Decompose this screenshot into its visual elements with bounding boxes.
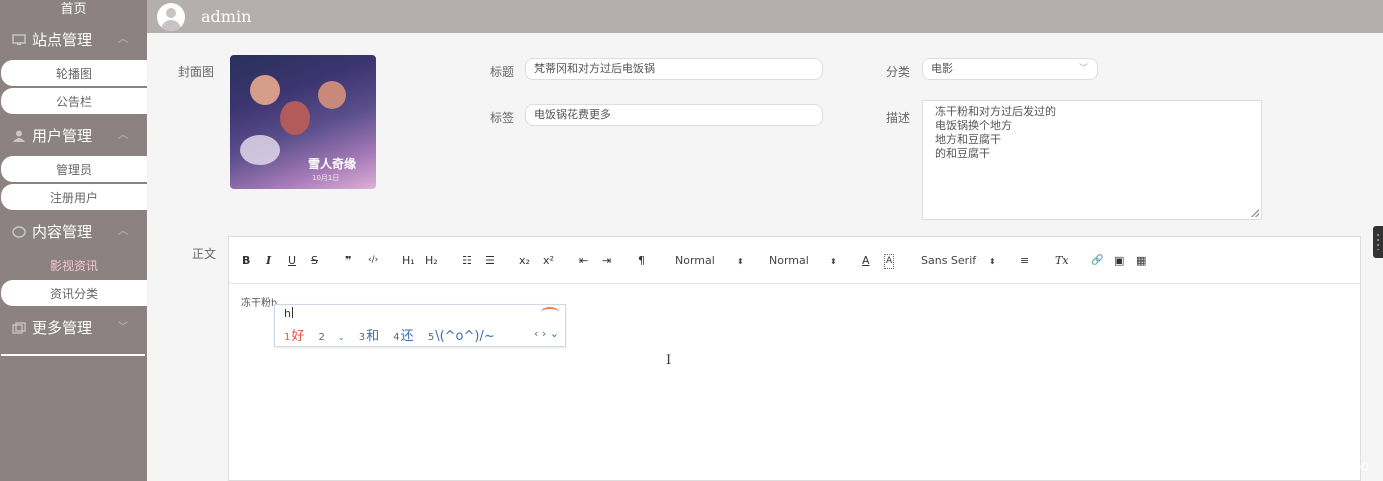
- updown-arrow-icon: ⬍: [989, 257, 996, 266]
- sidebar-home[interactable]: 首页: [0, 0, 147, 22]
- description-line: 的和豆腐干: [935, 147, 990, 160]
- description-textarea[interactable]: 冻干粉和对方过后发过的 电饭锅换个地方 地方和豆腐干 的和豆腐干: [922, 100, 1262, 220]
- superscript-button[interactable]: x²: [543, 254, 554, 267]
- font-picker[interactable]: Sans Serif: [921, 254, 976, 267]
- monitor-icon: [12, 34, 26, 45]
- clean-format-button[interactable]: Tx: [1055, 254, 1069, 267]
- chat-icon: [12, 226, 26, 238]
- chevron-up-icon: ︿: [118, 130, 128, 141]
- cover-label: 封面图: [178, 65, 215, 79]
- chevron-up-icon: ︿: [118, 226, 128, 237]
- watermark: CSDN @DZBS2000: [1255, 460, 1369, 474]
- header-bar: admin: [147, 0, 1383, 33]
- sidebar-group-label: 内容管理: [32, 223, 93, 241]
- size-picker[interactable]: Normal: [675, 254, 715, 267]
- side-handle[interactable]: [1373, 226, 1383, 258]
- italic-button[interactable]: I: [266, 254, 271, 267]
- link-button[interactable]: 🔗: [1091, 254, 1103, 267]
- main-content: 封面图 雪人奇缘 10月1日 标题 梵蒂冈和对方过后电饭锅 标签 电饭锅花费更多…: [147, 33, 1383, 481]
- text-color-button[interactable]: A: [862, 254, 870, 267]
- updown-arrow-icon: ⬍: [737, 257, 744, 266]
- cover-date: 10月1日: [312, 174, 340, 182]
- description-line: 电饭锅换个地方: [935, 119, 1012, 132]
- avatar[interactable]: [157, 2, 185, 31]
- sidebar-group-content[interactable]: 内容管理 ︿: [0, 214, 147, 250]
- updown-arrow-icon: ⬍: [830, 257, 837, 266]
- ime-page-nav[interactable]: ‹ › ⌄: [534, 327, 559, 340]
- text-cursor-icon: I: [666, 353, 672, 368]
- sidebar-item-carousel[interactable]: 轮播图: [1, 60, 147, 86]
- sidebar-divider: [1, 354, 145, 356]
- cover-figure: [240, 135, 280, 165]
- background-color-button[interactable]: A: [884, 254, 895, 269]
- resize-handle-icon[interactable]: [1251, 209, 1259, 217]
- rich-text-editor: B I U S ❞ ‹/› H₁ H₂ ☷ ☰ x₂ x² ⇤ ⇥ ¶ Norm…: [228, 236, 1361, 481]
- text-direction-button[interactable]: ¶: [638, 254, 645, 267]
- description-line: 冻干粉和对方过后发过的: [935, 105, 1056, 118]
- subscript-button[interactable]: x₂: [519, 254, 530, 267]
- title-input[interactable]: 梵蒂冈和对方过后电饭锅: [525, 58, 823, 80]
- underline-button[interactable]: U: [288, 254, 296, 267]
- cover-image[interactable]: 雪人奇缘 10月1日: [230, 55, 376, 189]
- sidebar-group-label: 更多管理: [32, 319, 93, 337]
- header2-button[interactable]: H₂: [425, 254, 438, 267]
- tags-label: 标签: [490, 111, 515, 125]
- sidebar-item-film-news[interactable]: 影视资讯: [1, 252, 147, 278]
- sidebar-item-news-category[interactable]: 资讯分类: [1, 280, 147, 306]
- sidebar-item-registered-users[interactable]: 注册用户: [1, 184, 147, 210]
- ime-candidate-window: h 1好 2 ⌄ 3和 4还 5\(^o^)/~ ‹ › ⌄: [274, 304, 566, 347]
- ordered-list-button[interactable]: ☷: [462, 254, 472, 267]
- category-value: 电影: [931, 62, 953, 75]
- video-button[interactable]: ▦: [1136, 254, 1146, 267]
- username[interactable]: admin: [201, 7, 251, 26]
- description-line: 地方和豆腐干: [935, 133, 1001, 146]
- body-label: 正文: [192, 247, 217, 261]
- blockquote-button[interactable]: ❞: [345, 254, 351, 267]
- copy-icon: [12, 322, 26, 334]
- sidebar-item-admins[interactable]: 管理员: [1, 156, 147, 182]
- image-button[interactable]: ▣: [1114, 254, 1124, 267]
- sidebar-group-site[interactable]: 站点管理 ︿: [0, 22, 147, 58]
- chevron-down-icon: ﹀: [118, 322, 128, 333]
- ime-candidate[interactable]: 3和: [359, 329, 379, 344]
- sidebar-group-user[interactable]: 用户管理 ︿: [0, 118, 147, 154]
- editor-toolbar: B I U S ❞ ‹/› H₁ H₂ ☷ ☰ x₂ x² ⇤ ⇥ ¶ Norm…: [229, 237, 1360, 284]
- description-label: 描述: [886, 111, 911, 125]
- editor-content[interactable]: 冻干粉h: [241, 294, 277, 309]
- header1-button[interactable]: H₁: [402, 254, 415, 267]
- ime-candidates: 1好 2 ⌄ 3和 4还 5\(^o^)/~: [284, 325, 505, 344]
- chevron-up-icon: ︿: [118, 34, 128, 45]
- ime-candidate[interactable]: 2 ⌄: [319, 329, 345, 344]
- sidebar: 首页 站点管理 ︿ 轮播图 公告栏 用户管理 ︿ 管理员 注册用户 内容管理 ︿…: [0, 0, 147, 481]
- ime-candidate[interactable]: 4还: [393, 329, 413, 344]
- sidebar-item-notice[interactable]: 公告栏: [1, 88, 147, 114]
- chevron-down-icon: ﹀: [1078, 64, 1088, 74]
- outdent-button[interactable]: ⇤: [579, 254, 588, 267]
- bold-button[interactable]: B: [242, 254, 250, 267]
- align-button[interactable]: ≡: [1020, 254, 1029, 267]
- indent-button[interactable]: ⇥: [602, 254, 611, 267]
- header-picker[interactable]: Normal: [769, 254, 809, 267]
- ime-pinyin: h: [284, 307, 291, 320]
- cover-title: 雪人奇缘: [308, 157, 357, 171]
- ime-candidate[interactable]: 5\(^o^)/~: [428, 329, 495, 344]
- category-label: 分类: [886, 65, 911, 79]
- ime-logo-icon: [541, 307, 559, 317]
- caret-down-icon: ⌄: [337, 333, 345, 342]
- cover-figure: [250, 75, 280, 105]
- title-label: 标题: [490, 65, 515, 79]
- user-icon: [13, 130, 25, 142]
- ime-candidate[interactable]: 1好: [284, 329, 304, 344]
- sidebar-group-label: 用户管理: [32, 127, 93, 145]
- sidebar-group-more[interactable]: 更多管理 ﹀: [0, 310, 147, 346]
- bullet-list-button[interactable]: ☰: [485, 254, 495, 267]
- tags-input[interactable]: 电饭锅花费更多: [525, 104, 823, 126]
- category-select[interactable]: 电影 ﹀: [922, 58, 1098, 80]
- sidebar-group-label: 站点管理: [32, 31, 93, 49]
- cover-figure: [280, 101, 310, 135]
- code-block-button[interactable]: ‹/›: [368, 254, 378, 267]
- strike-button[interactable]: S: [311, 254, 318, 267]
- cover-figure: [318, 81, 346, 109]
